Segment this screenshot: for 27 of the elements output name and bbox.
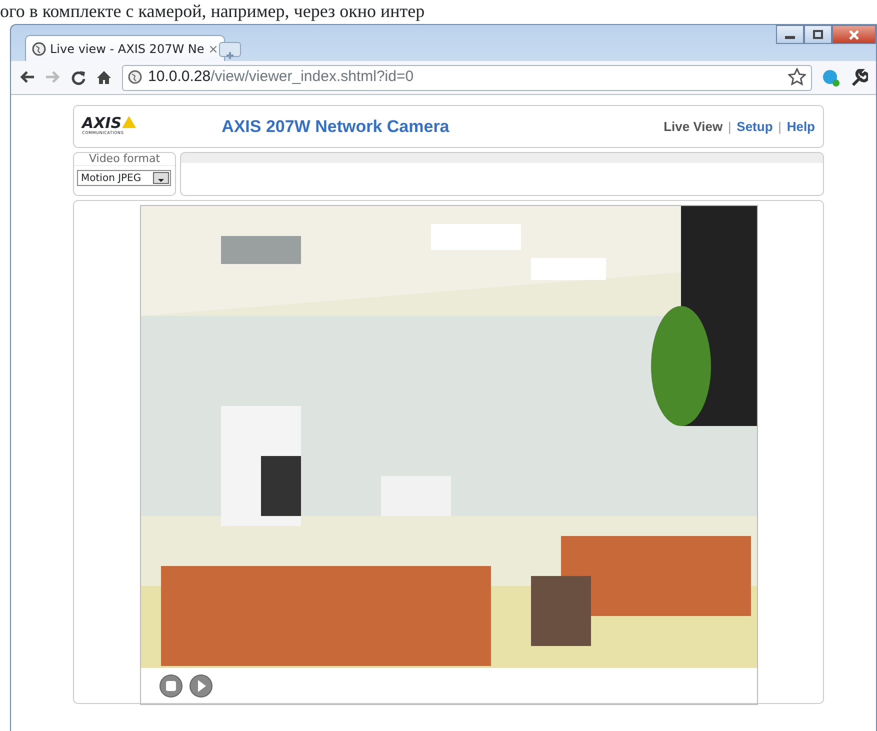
wrench-icon[interactable] [850, 68, 868, 86]
nav-link[interactable]: Setup [736, 116, 773, 136]
nav-separator: | [728, 118, 732, 136]
minimize-button[interactable] [776, 25, 804, 44]
nav-separator: | [778, 118, 782, 136]
tab-title: Live view - AXIS 207W Ne [50, 40, 204, 58]
panel-label: Video format [74, 153, 175, 166]
home-icon[interactable] [96, 69, 112, 86]
logo-word: AXIS [82, 119, 122, 128]
globe-icon [32, 40, 46, 58]
nav-link[interactable]: Live View [664, 116, 723, 136]
tab-close-button[interactable]: × [208, 40, 218, 58]
triangle-icon [122, 116, 136, 128]
format-select[interactable]: Motion JPEG [77, 170, 171, 186]
stop-button[interactable] [158, 674, 182, 698]
maximize-icon [813, 30, 823, 39]
url-text: 10.0.0.28/view/viewer_index.shtml?id=0 [148, 67, 415, 88]
page-title: AXIS 207W Network Camera [222, 116, 450, 138]
play-button[interactable] [188, 674, 212, 698]
close-button[interactable] [832, 25, 876, 44]
nav-link[interactable]: Help [786, 116, 815, 136]
close-icon [849, 30, 859, 40]
reload-icon[interactable] [71, 69, 86, 86]
maximize-button[interactable] [804, 25, 832, 44]
browser-tab[interactable]: Live view - AXIS 207W Ne × [25, 35, 225, 61]
extension-icon[interactable] [822, 68, 840, 86]
address-bar[interactable]: 10.0.0.28/view/viewer_index.shtml?id=0 [122, 64, 812, 90]
